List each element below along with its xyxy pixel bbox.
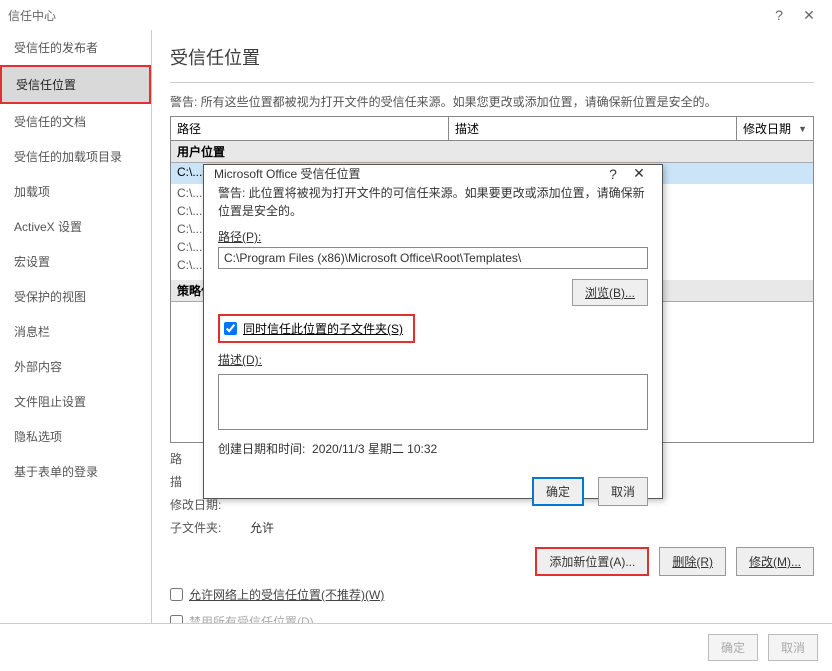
cancel-button[interactable]: 取消 [768,634,818,661]
titlebar: 信任中心 ? ✕ [0,0,832,30]
ok-button[interactable]: 确定 [708,634,758,661]
sidebar-item-trusted-locations[interactable]: 受信任位置 [0,65,151,104]
sidebar-item-activex[interactable]: ActiveX 设置 [0,209,151,244]
path-label: 路径(P): [218,228,648,245]
group-user-locations: 用户位置 [171,141,813,163]
sidebar: 受信任的发布者 受信任位置 受信任的文档 受信任的加载项目录 加载项 Activ… [0,30,152,628]
checkbox-icon[interactable] [224,322,237,335]
col-date[interactable]: 修改日期▼ [737,117,813,140]
sidebar-item-documents[interactable]: 受信任的文档 [0,104,151,139]
desc-textarea[interactable] [218,374,648,430]
modal-title: Microsoft Office 受信任位置 [214,165,600,182]
created-date: 创建日期和时间: 2020/11/3 星期二 10:32 [218,440,648,457]
col-path[interactable]: 路径 [171,117,449,140]
sidebar-item-addins[interactable]: 加载项 [0,174,151,209]
checkbox-icon[interactable] [170,588,183,601]
col-desc[interactable]: 描述 [449,117,737,140]
modify-button[interactable]: 修改(M)... [736,547,814,576]
trust-center-window: 信任中心 ? ✕ 受信任的发布者 受信任位置 受信任的文档 受信任的加载项目录 … [0,0,832,671]
modal-warning: 警告: 此位置将被视为打开文件的可信任来源。如果要更改或添加位置，请确保新位置是… [218,184,648,220]
sidebar-item-file-block[interactable]: 文件阻止设置 [0,384,151,419]
desc-label: 描述(D): [218,351,648,368]
sidebar-item-macro[interactable]: 宏设置 [0,244,151,279]
warning-text: 警告: 所有这些位置都被视为打开文件的受信任来源。如果您更改或添加位置，请确保新… [170,93,814,110]
close-icon[interactable]: ✕ [794,0,824,30]
add-location-button[interactable]: 添加新位置(A)... [535,547,649,576]
close-icon[interactable]: ✕ [626,165,652,182]
dialog-footer: 确定 取消 [0,623,832,671]
help-icon[interactable]: ? [764,0,794,30]
help-icon[interactable]: ? [600,166,626,182]
trusted-location-dialog: Microsoft Office 受信任位置 ? ✕ 警告: 此位置将被视为打开… [203,164,663,499]
detail-sub-value: 允许 [250,519,274,536]
modal-ok-button[interactable]: 确定 [532,477,584,506]
sidebar-item-protected-view[interactable]: 受保护的视图 [0,279,151,314]
path-input[interactable] [218,247,648,269]
detail-sub-label: 子文件夹: [170,519,250,536]
sidebar-item-external[interactable]: 外部内容 [0,349,151,384]
page-title: 受信任位置 [170,44,814,70]
window-title: 信任中心 [8,7,56,24]
sidebar-item-message-bar[interactable]: 消息栏 [0,314,151,349]
sidebar-item-publishers[interactable]: 受信任的发布者 [0,30,151,65]
browse-button[interactable]: 浏览(B)... [572,279,648,306]
remove-button[interactable]: 删除(R) [659,547,726,576]
sidebar-item-addin-catalog[interactable]: 受信任的加载项目录 [0,139,151,174]
modal-cancel-button[interactable]: 取消 [598,477,648,506]
sidebar-item-privacy[interactable]: 隐私选项 [0,419,151,454]
allow-network-checkbox[interactable]: 允许网络上的受信任位置(不推荐)(W) [170,586,814,603]
chevron-down-icon: ▼ [798,124,807,134]
subfolder-checkbox[interactable]: 同时信任此位置的子文件夹(S) [218,314,415,343]
sidebar-item-forms-login[interactable]: 基于表单的登录 [0,454,151,489]
